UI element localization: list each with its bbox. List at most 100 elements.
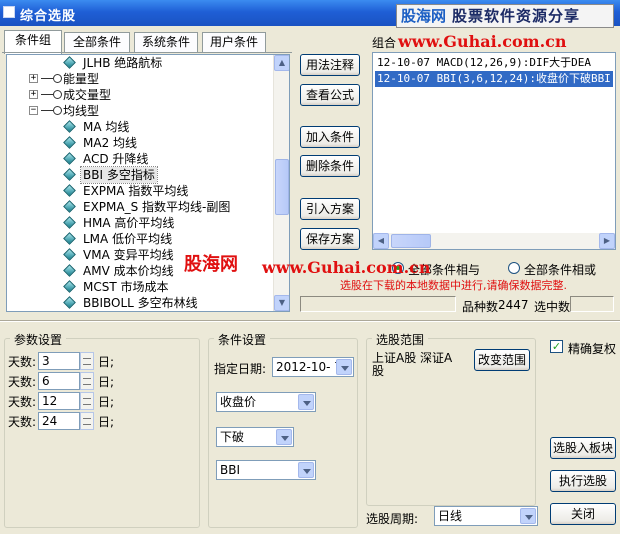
param-unit: 日; xyxy=(98,375,115,389)
expand-icon[interactable]: + xyxy=(29,74,38,83)
formula-icon xyxy=(63,184,76,197)
formula-icon xyxy=(63,168,76,181)
import-plan-button[interactable]: 引入方案 xyxy=(300,198,360,220)
or-radio[interactable] xyxy=(508,262,520,274)
plan-condition-list[interactable]: 12-10-07 MACD(12,26,9):DIF大于DEA 12-10-07… xyxy=(372,52,616,250)
plan-hscrollbar[interactable]: ◀ ▶ xyxy=(373,233,615,249)
scroll-thumb[interactable] xyxy=(275,159,289,215)
view-formula-button[interactable]: 查看公式 xyxy=(300,84,360,106)
expand-icon[interactable]: + xyxy=(29,90,38,99)
save-plan-button[interactable]: 保存方案 xyxy=(300,228,360,250)
watermark-brand-center: 股海网 xyxy=(184,254,238,275)
tab-system-conditions[interactable]: 系统条件 xyxy=(134,32,198,52)
plan-label: 组合 xyxy=(372,36,397,50)
change-range-button[interactable]: 改变范围 xyxy=(474,349,530,371)
count-label: 品种数 xyxy=(462,300,499,314)
watermark-url-center: www.Guhai.com.cn xyxy=(262,258,431,277)
formula-icon xyxy=(63,296,76,309)
add-to-block-button[interactable]: 选股入板块 xyxy=(550,437,616,459)
tree-item-label: AMV 成本价均线 xyxy=(83,264,174,278)
execute-button[interactable]: 执行选股 xyxy=(550,470,616,492)
param-spin[interactable] xyxy=(80,412,94,430)
separator-highlight xyxy=(0,321,620,322)
window-title: 综合选股 xyxy=(20,9,77,24)
tree-item-label: EXPMA 指数平均线 xyxy=(83,184,189,198)
tab-user-conditions[interactable]: 用户条件 xyxy=(202,32,266,52)
formula-icon xyxy=(63,200,76,213)
tree-item-label: JLHB 绝路航标 xyxy=(83,56,163,70)
folder-link-icon xyxy=(41,90,63,100)
param-spin[interactable] xyxy=(80,352,94,370)
tree-item-label: BBIBOLL 多空布林线 xyxy=(83,296,198,310)
scroll-left-icon[interactable]: ◀ xyxy=(373,233,389,249)
date-picker[interactable]: 2012-10- 7 xyxy=(272,357,354,377)
selected-label: 选中数 xyxy=(534,300,571,314)
window-icon xyxy=(3,6,15,18)
tab-condition-group[interactable]: 条件组 xyxy=(4,30,62,54)
plan-row-selected[interactable]: 12-10-07 BBI(3,6,12,24):收盘价下破BBI xyxy=(375,71,613,87)
param-days-input[interactable]: 6 xyxy=(38,372,80,390)
scroll-thumb[interactable] xyxy=(391,234,431,248)
delete-condition-button[interactable]: 删除条件 xyxy=(300,155,360,177)
close-button[interactable]: 关闭 xyxy=(550,503,616,525)
collapse-icon[interactable]: − xyxy=(29,106,38,115)
param-label: 天数: xyxy=(8,375,37,389)
selected-count-box xyxy=(570,296,614,312)
plan-row[interactable]: 12-10-07 MACD(12,26,9):DIF大于DEA xyxy=(375,55,593,71)
folder-link-icon xyxy=(41,106,63,116)
tree-item-label: LMA 低价平均线 xyxy=(83,232,173,246)
param-unit: 日; xyxy=(98,355,115,369)
or-radio-label: 全部条件相或 xyxy=(524,263,597,277)
tree-item-label: MA2 均线 xyxy=(83,136,138,150)
precise-adjust-checkbox[interactable]: ✓ xyxy=(550,340,563,353)
param-days-input[interactable]: 3 xyxy=(38,352,80,370)
range-group-title: 选股范围 xyxy=(372,331,429,348)
formula-icon xyxy=(63,152,76,165)
chevron-down-icon[interactable] xyxy=(298,394,314,410)
usage-note-button[interactable]: 用法注释 xyxy=(300,54,360,76)
condition-tree[interactable]: JLHB 绝路航标 + 能量型 + 成交量型 − 均线型 MA 均线 MA2 均… xyxy=(6,54,290,312)
formula-icon xyxy=(63,216,76,229)
param-spin[interactable] xyxy=(80,372,94,390)
formula-icon xyxy=(63,232,76,245)
chevron-down-icon[interactable] xyxy=(276,429,292,445)
chevron-down-icon[interactable] xyxy=(298,462,314,478)
tree-item-label: BBI 多空指标 xyxy=(80,166,158,184)
watermark-brand: 股海网 xyxy=(401,7,447,25)
indicator-select[interactable]: BBI xyxy=(216,460,316,480)
condition-group-title: 条件设置 xyxy=(214,331,271,348)
price-select[interactable]: 收盘价 xyxy=(216,392,316,412)
param-label: 天数: xyxy=(8,395,37,409)
scroll-down-icon[interactable]: ▼ xyxy=(274,295,289,311)
param-days-input[interactable]: 24 xyxy=(38,412,80,430)
direction-select-value: 下破 xyxy=(220,430,245,444)
param-label: 天数: xyxy=(8,355,37,369)
formula-icon xyxy=(63,280,76,293)
scroll-up-icon[interactable]: ▲ xyxy=(274,55,289,71)
direction-select[interactable]: 下破 xyxy=(216,427,294,447)
chevron-down-icon[interactable] xyxy=(336,359,352,375)
period-label: 选股周期: xyxy=(366,512,419,526)
precise-adjust-label: 精确复权 xyxy=(568,342,617,356)
tab-all-conditions[interactable]: 全部条件 xyxy=(64,32,130,52)
param-spin[interactable] xyxy=(80,392,94,410)
date-value: 2012-10- 7 xyxy=(276,360,342,374)
tree-item-label: VMA 变异平均线 xyxy=(83,248,174,262)
formula-icon xyxy=(63,56,76,69)
folder-link-icon xyxy=(41,74,63,84)
param-days-input[interactable]: 12 xyxy=(38,392,80,410)
param-unit: 日; xyxy=(98,415,115,429)
watermark-slogan: 股票软件资源分享 xyxy=(452,7,581,25)
param-unit: 日; xyxy=(98,395,115,409)
tree-item-label: HMA 高价平均线 xyxy=(83,216,175,230)
progress-bar xyxy=(300,296,456,312)
tree-item-label: ACD 升降线 xyxy=(83,152,149,166)
count-value: 2447 xyxy=(498,298,529,312)
scroll-right-icon[interactable]: ▶ xyxy=(599,233,615,249)
add-condition-button[interactable]: 加入条件 xyxy=(300,126,360,148)
period-select[interactable]: 日线 xyxy=(434,506,538,526)
chevron-down-icon[interactable] xyxy=(520,508,536,524)
tabs-divider xyxy=(2,52,292,53)
param-group-title: 参数设置 xyxy=(10,331,67,348)
period-select-value: 日线 xyxy=(438,509,463,523)
